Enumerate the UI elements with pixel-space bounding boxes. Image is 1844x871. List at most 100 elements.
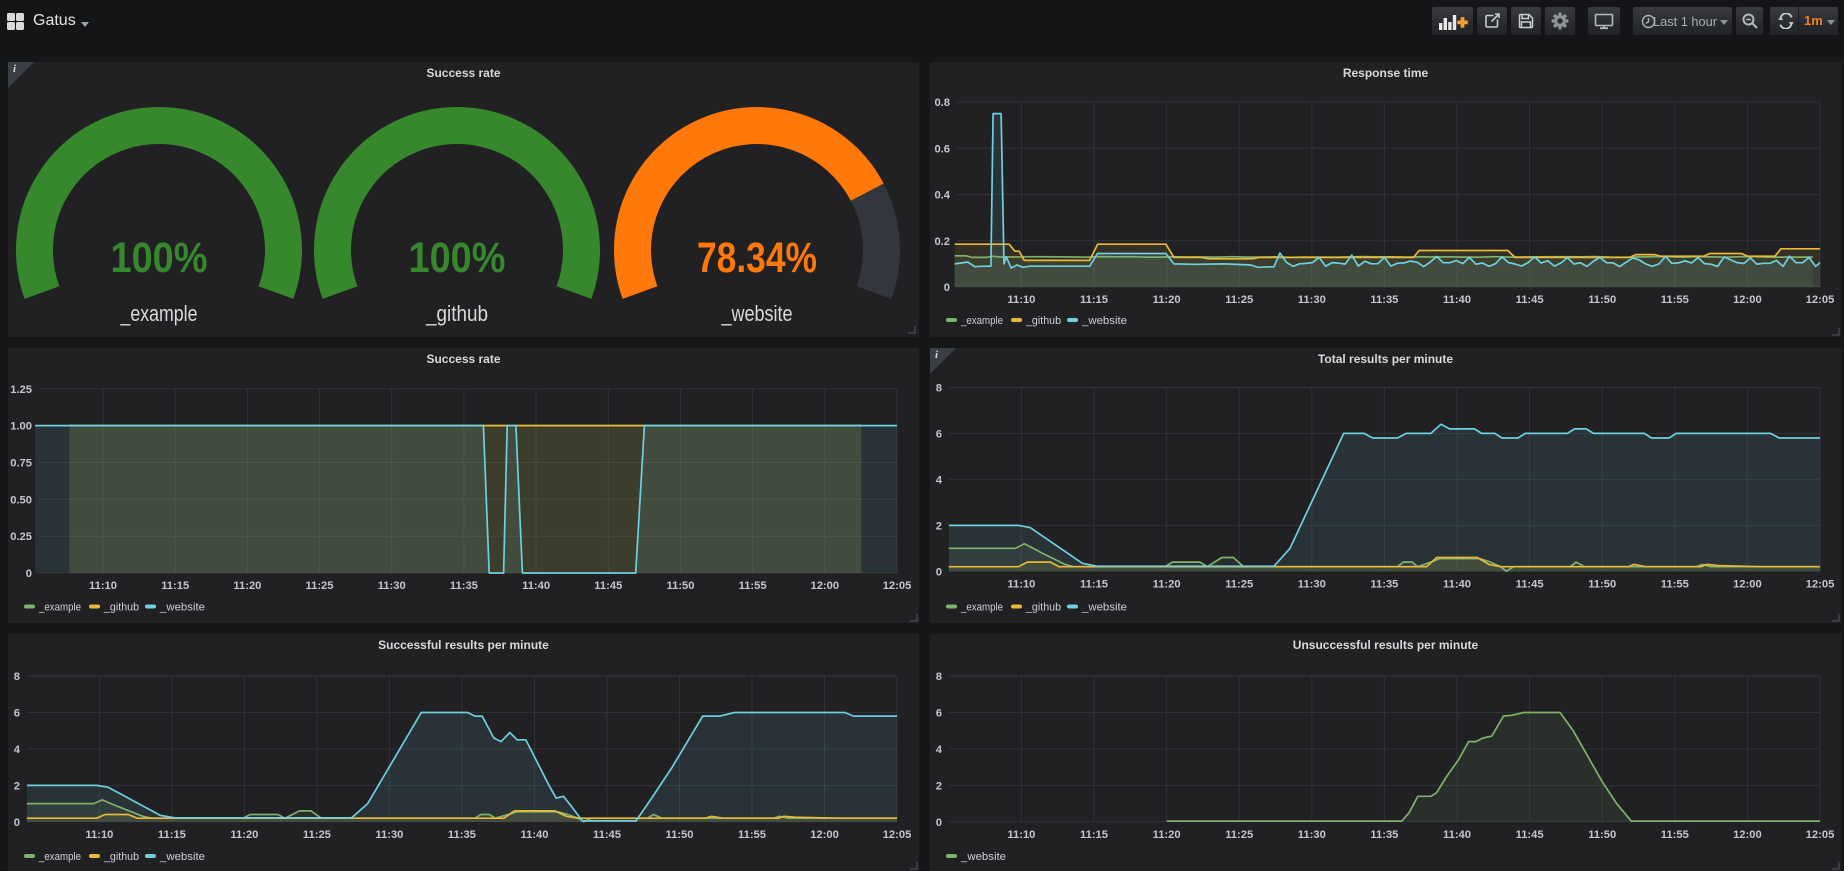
svg-text:0.75: 0.75: [10, 458, 32, 470]
svg-text:2: 2: [936, 780, 942, 792]
svg-text:11:35: 11:35: [1370, 294, 1398, 306]
svg-text:11:40: 11:40: [1443, 579, 1471, 591]
svg-text:_website: _website: [159, 851, 205, 863]
svg-text:11:10: 11:10: [85, 829, 113, 841]
svg-text:11:30: 11:30: [375, 829, 403, 841]
svg-text:11:35: 11:35: [448, 829, 476, 841]
svg-text:11:50: 11:50: [1588, 829, 1616, 841]
svg-text:11:55: 11:55: [1661, 294, 1689, 306]
svg-text:2: 2: [936, 520, 942, 532]
svg-text:11:20: 11:20: [233, 580, 261, 592]
svg-text:_example: _example: [38, 851, 81, 863]
svg-text:11:10: 11:10: [89, 580, 117, 592]
svg-text:11:40: 11:40: [521, 829, 549, 841]
svg-text:11:25: 11:25: [303, 829, 331, 841]
svg-text:11:45: 11:45: [1516, 829, 1544, 841]
svg-text:12:05: 12:05: [1806, 829, 1835, 841]
svg-text:11:15: 11:15: [161, 580, 189, 592]
svg-text:4: 4: [936, 474, 943, 486]
svg-text:8: 8: [14, 671, 20, 683]
svg-text:11:20: 11:20: [1153, 579, 1181, 591]
svg-text:11:30: 11:30: [1298, 829, 1326, 841]
svg-text:6: 6: [936, 428, 942, 440]
svg-text:100%: 100%: [409, 234, 506, 282]
svg-text:11:50: 11:50: [1588, 579, 1616, 591]
svg-text:_website: _website: [960, 851, 1006, 863]
svg-text:0.2: 0.2: [934, 236, 950, 248]
svg-text:6: 6: [936, 708, 942, 720]
svg-text:0: 0: [26, 568, 32, 580]
svg-text:11:25: 11:25: [1225, 579, 1253, 591]
svg-text:_github: _github: [103, 602, 139, 614]
svg-text:11:55: 11:55: [1661, 829, 1689, 841]
svg-text:11:45: 11:45: [594, 580, 622, 592]
svg-text:11:55: 11:55: [738, 829, 766, 841]
svg-text:11:30: 11:30: [378, 580, 406, 592]
svg-text:0.8: 0.8: [934, 97, 950, 109]
svg-text:11:20: 11:20: [1153, 829, 1181, 841]
svg-text:11:45: 11:45: [1516, 294, 1544, 306]
svg-text:0: 0: [936, 817, 942, 829]
svg-text:12:00: 12:00: [1733, 294, 1762, 306]
svg-text:11:45: 11:45: [1516, 579, 1544, 591]
svg-text:11:25: 11:25: [1225, 294, 1253, 306]
svg-text:12:05: 12:05: [1806, 579, 1835, 591]
svg-text:_website: _website: [159, 602, 205, 614]
svg-text:11:40: 11:40: [522, 580, 550, 592]
svg-text:11:55: 11:55: [1661, 579, 1689, 591]
svg-text:_website: _website: [1081, 602, 1127, 614]
svg-text:11:15: 11:15: [1080, 294, 1108, 306]
svg-text:1.00: 1.00: [10, 421, 32, 433]
svg-text:1.25: 1.25: [10, 384, 32, 396]
svg-text:_github: _github: [425, 301, 488, 326]
svg-text:12:05: 12:05: [1806, 294, 1835, 306]
svg-text:_github: _github: [1025, 315, 1061, 327]
svg-text:11:20: 11:20: [230, 829, 258, 841]
svg-text:6: 6: [14, 708, 20, 720]
svg-text:12:00: 12:00: [1733, 829, 1762, 841]
svg-text:11:25: 11:25: [1225, 829, 1253, 841]
svg-text:_website: _website: [1081, 315, 1127, 327]
svg-text:_website: _website: [721, 301, 793, 326]
svg-text:11:15: 11:15: [158, 829, 186, 841]
svg-text:11:35: 11:35: [1370, 579, 1398, 591]
svg-text:_example: _example: [960, 602, 1003, 614]
svg-text:0.4: 0.4: [934, 190, 950, 202]
svg-text:11:40: 11:40: [1443, 829, 1471, 841]
svg-text:11:10: 11:10: [1007, 294, 1035, 306]
svg-text:100%: 100%: [111, 234, 208, 282]
svg-text:11:55: 11:55: [739, 580, 767, 592]
svg-text:_github: _github: [103, 851, 139, 863]
svg-text:12:05: 12:05: [883, 580, 912, 592]
svg-text:8: 8: [936, 383, 942, 395]
svg-text:4: 4: [14, 744, 21, 756]
svg-text:0: 0: [14, 817, 20, 829]
svg-text:12:00: 12:00: [810, 829, 839, 841]
svg-text:11:45: 11:45: [593, 829, 621, 841]
svg-text:2: 2: [14, 780, 20, 792]
svg-text:11:10: 11:10: [1007, 829, 1035, 841]
svg-text:0.50: 0.50: [10, 494, 32, 506]
svg-text:11:50: 11:50: [667, 580, 695, 592]
svg-text:_example: _example: [960, 315, 1003, 327]
svg-text:11:50: 11:50: [1588, 294, 1616, 306]
svg-text:12:05: 12:05: [883, 829, 912, 841]
svg-text:11:15: 11:15: [1080, 829, 1108, 841]
svg-text:_github: _github: [1025, 602, 1061, 614]
svg-text:11:30: 11:30: [1298, 579, 1326, 591]
svg-text:11:30: 11:30: [1298, 294, 1326, 306]
svg-text:_example: _example: [38, 602, 81, 614]
svg-text:12:00: 12:00: [810, 580, 839, 592]
svg-text:11:10: 11:10: [1007, 579, 1035, 591]
svg-text:8: 8: [936, 671, 942, 683]
svg-text:12:00: 12:00: [1733, 579, 1762, 591]
svg-text:0: 0: [936, 566, 942, 578]
svg-text:11:25: 11:25: [306, 580, 334, 592]
svg-text:0: 0: [944, 282, 950, 294]
svg-text:11:35: 11:35: [1370, 829, 1398, 841]
svg-text:4: 4: [936, 744, 943, 756]
svg-text:0.6: 0.6: [934, 143, 950, 155]
svg-text:11:15: 11:15: [1080, 579, 1108, 591]
svg-text:11:35: 11:35: [450, 580, 478, 592]
svg-text:0.25: 0.25: [10, 531, 32, 543]
